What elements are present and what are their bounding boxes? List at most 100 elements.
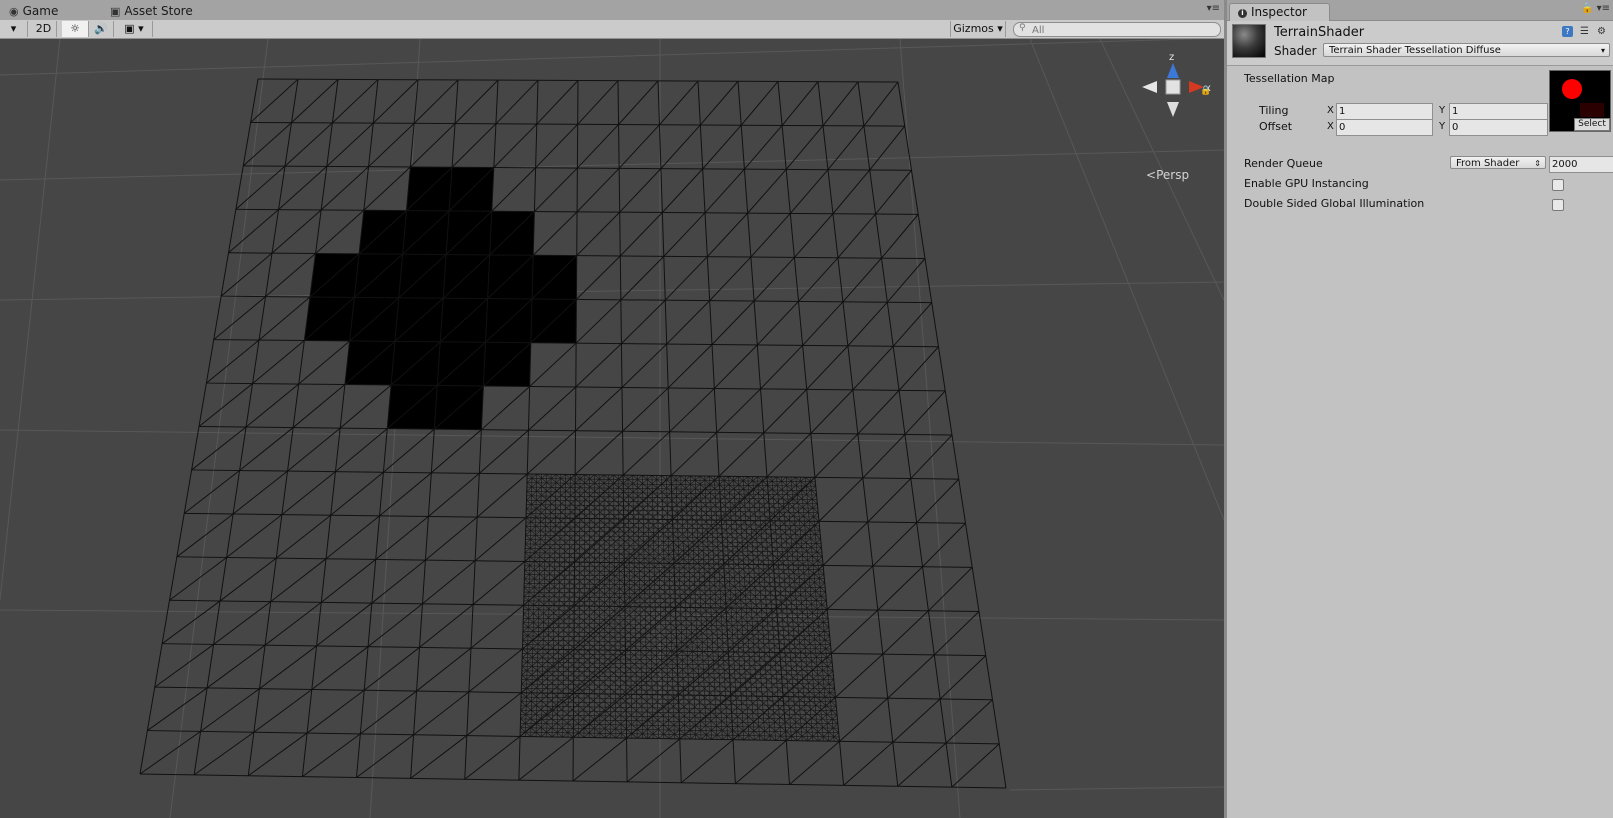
tab-inspector[interactable]: i Inspector	[1229, 3, 1330, 21]
wire-diag-line	[577, 124, 619, 169]
wire-diag-line	[709, 256, 752, 301]
wire-diag-line	[481, 386, 530, 431]
shader-dropdown[interactable]: Terrain Shader Tessellation Diffuse ▾	[1323, 43, 1610, 57]
wire-diag-line	[235, 165, 286, 210]
wire-diag-line	[161, 600, 221, 645]
inspector-panel: i Inspector 🔒 ▾≡ TerrainShader Shader Ter…	[1224, 0, 1613, 818]
wire-diag-line	[226, 514, 283, 558]
wire-diag-line	[316, 602, 373, 647]
inspector-menu-icon[interactable]: 🔒 ▾≡	[1581, 3, 1610, 14]
texture-preview-dot	[1562, 79, 1582, 99]
tiling-y-field[interactable]	[1449, 103, 1548, 120]
wire-diag-line	[575, 387, 623, 432]
wire-diag-line	[822, 81, 859, 126]
offset-x-field[interactable]	[1336, 119, 1433, 136]
gizmo-z-axis[interactable]	[1167, 63, 1179, 78]
wire-diag-line	[577, 80, 619, 125]
sun-icon: ☼	[70, 22, 80, 35]
mode-2d-button[interactable]: 2D	[31, 21, 57, 37]
audio-toggle[interactable]: 🔊	[89, 21, 114, 37]
tiling-x-field[interactable]	[1336, 103, 1433, 120]
wire-diag-line	[213, 296, 266, 341]
gizmo-center-cube[interactable]	[1165, 79, 1181, 95]
wire-diag-line	[232, 470, 288, 515]
gear-icon[interactable]: ⚙	[1596, 26, 1607, 37]
double-sided-gi-checkbox[interactable]	[1552, 199, 1564, 211]
wire-diag-line	[897, 742, 947, 787]
orientation-gizmo[interactable]: z x	[1142, 52, 1211, 117]
offset-y-field[interactable]	[1449, 119, 1548, 136]
wire-diag-line	[147, 687, 208, 731]
presets-icon[interactable]: ☰	[1579, 26, 1590, 37]
wire-diag-line	[270, 558, 327, 603]
gizmo-z-label: z	[1169, 52, 1174, 63]
bg-grid-line-v	[169, 39, 269, 818]
wire-diag-line	[818, 477, 864, 522]
wire-diag-line	[576, 211, 621, 256]
scene-canvas[interactable]: z x	[0, 39, 1224, 818]
wire-diag-line	[667, 344, 713, 389]
wire-diag-line	[669, 388, 715, 433]
tab-menu-icon[interactable]: ▾≡	[1207, 3, 1220, 14]
help-icon[interactable]: ?	[1562, 26, 1573, 37]
wire-diag-line	[253, 689, 313, 733]
wire-diag-line	[275, 514, 332, 559]
wire-diag-line	[887, 654, 935, 699]
tessellation-texture-slot[interactable]: Select	[1549, 70, 1611, 132]
wire-diag-line	[326, 122, 374, 167]
wire-diag-line	[863, 81, 899, 127]
bg-grid-line-h	[0, 429, 1224, 446]
render-queue-mode-dropdown[interactable]: From Shader ⇕	[1450, 156, 1546, 169]
scene-viewport[interactable]: z x <Persp 🔒	[0, 39, 1224, 818]
persp-arrow-icon: <	[1146, 168, 1157, 182]
search-input[interactable]	[1014, 24, 1212, 37]
scene-toolbar: ▾ 2D ☼ 🔊 ▣ ▾ Gizmos ▾ ⚲	[0, 20, 1224, 39]
wire-diag-line	[618, 124, 660, 169]
wire-diag-line	[292, 384, 346, 428]
wire-diag-line	[410, 735, 468, 779]
wire-diag-line	[620, 255, 665, 301]
search-field[interactable]: ⚲	[1013, 22, 1221, 37]
game-controller-icon: ◉	[9, 5, 19, 18]
render-queue-mode-value: From Shader	[1456, 158, 1520, 169]
wire-diag-line	[716, 388, 761, 433]
tab-game[interactable]: ◉ Game	[9, 2, 58, 20]
wire-diag-line	[661, 168, 704, 213]
draw-mode-dropdown[interactable]: ▾	[0, 21, 28, 37]
wire-diag-line	[464, 735, 521, 780]
gpu-instancing-checkbox[interactable]	[1552, 179, 1564, 191]
gizmo-neg-x-axis[interactable]	[1142, 81, 1157, 93]
wire-diag-line	[535, 123, 579, 169]
wire-diag-line	[284, 122, 333, 167]
gizmo-neg-y-axis[interactable]	[1167, 102, 1179, 117]
wire-diag-line	[760, 345, 803, 390]
wire-diag-line	[916, 478, 960, 523]
updown-arrow-icon: ⇕	[1534, 159, 1541, 168]
wire-diag-line	[794, 213, 834, 258]
wire-diag-line	[320, 559, 377, 603]
wire-diag-line	[747, 169, 787, 214]
wire-diag-line	[576, 255, 621, 300]
texture-select-button[interactable]: Select	[1574, 118, 1610, 131]
lighting-toggle[interactable]: ☼	[62, 21, 89, 37]
lock-icon[interactable]: 🔒	[1200, 86, 1211, 96]
bg-grid-line-v	[0, 39, 61, 601]
gizmos-dropdown[interactable]: Gizmos ▾	[950, 21, 1006, 37]
scene-view-panel[interactable]: ◉ Game ▣ Asset Store ▾≡ ▾ 2D ☼ 🔊 ▣ ▾ Gizmo…	[0, 0, 1224, 818]
render-queue-field[interactable]	[1549, 156, 1613, 173]
wire-diag-line	[478, 429, 529, 474]
wire-diag-line	[363, 647, 420, 691]
tiling-label: Tiling	[1259, 104, 1289, 117]
shader-value: Terrain Shader Tessellation Diffuse	[1329, 45, 1501, 56]
wire-diag-line	[892, 302, 933, 347]
projection-label[interactable]: <Persp	[1146, 168, 1189, 182]
tab-game-label: Game	[22, 4, 59, 18]
effects-toggle[interactable]: ▣ ▾	[116, 21, 153, 37]
wire-diag-line	[939, 655, 987, 700]
tab-asset-store[interactable]: ▣ Asset Store	[110, 2, 193, 20]
wire-diag-line	[951, 743, 1000, 788]
wire-diag-line	[281, 471, 336, 515]
wire-diag-line	[258, 296, 311, 341]
wire-diag-line	[311, 646, 369, 690]
wire-diag-line	[835, 653, 884, 698]
